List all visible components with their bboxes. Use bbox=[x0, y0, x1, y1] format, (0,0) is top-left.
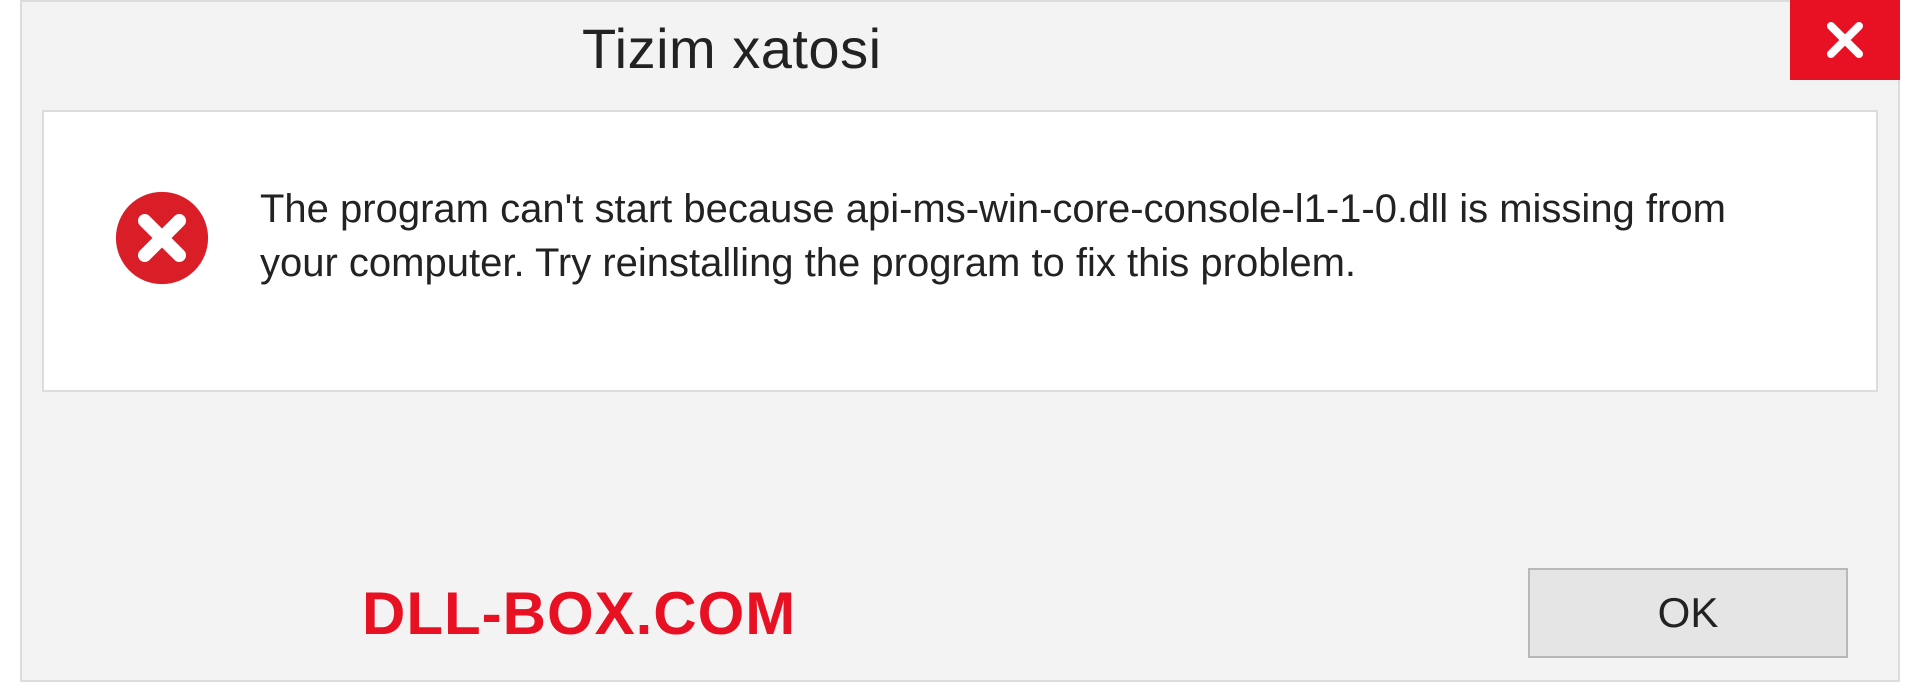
titlebar: Tizim xatosi bbox=[22, 2, 1898, 110]
watermark-text: DLL-BOX.COM bbox=[362, 579, 796, 648]
error-message: The program can't start because api-ms-w… bbox=[260, 182, 1760, 290]
error-dialog: Tizim xatosi The program can't start bec… bbox=[20, 0, 1900, 682]
ok-button[interactable]: OK bbox=[1528, 568, 1848, 658]
error-icon bbox=[114, 190, 210, 286]
close-button[interactable] bbox=[1790, 0, 1900, 80]
dialog-footer: DLL-BOX.COM OK bbox=[62, 568, 1858, 658]
content-panel: The program can't start because api-ms-w… bbox=[42, 110, 1878, 392]
close-icon bbox=[1821, 16, 1869, 64]
dialog-title: Tizim xatosi bbox=[582, 16, 882, 81]
